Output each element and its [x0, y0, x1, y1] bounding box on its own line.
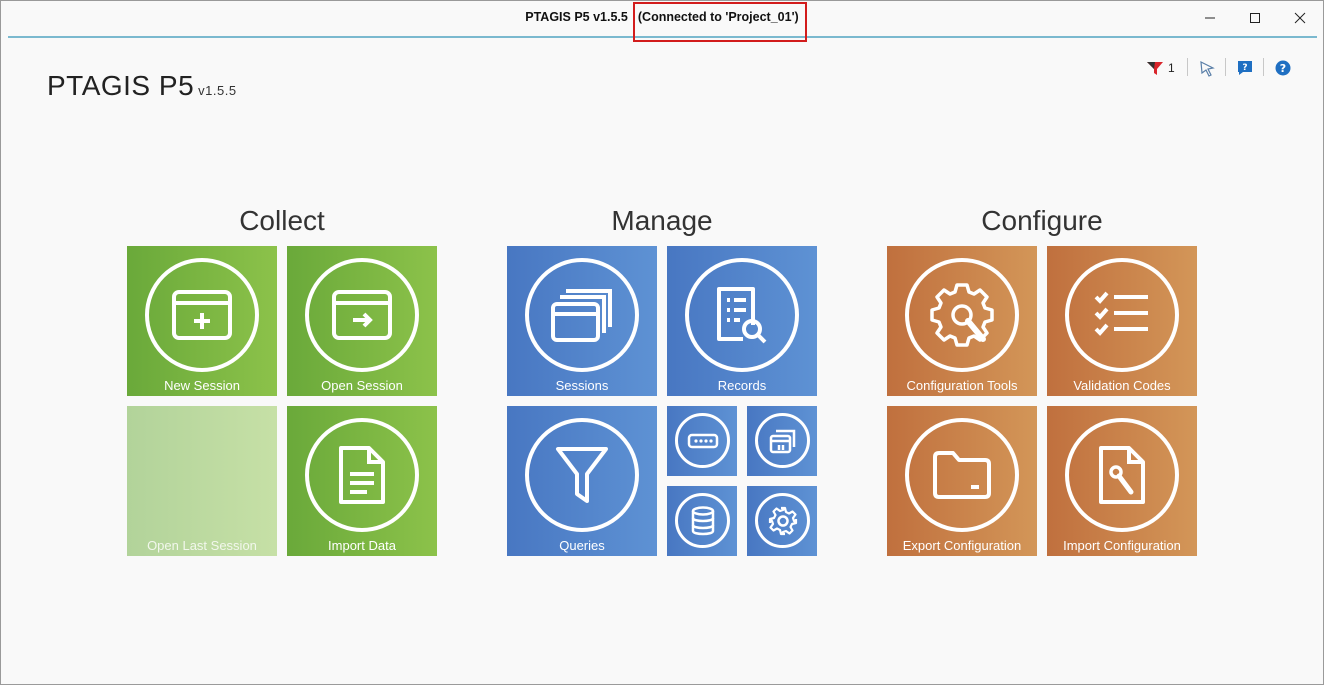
help-button[interactable]: ? [1275, 58, 1291, 78]
import-configuration-label: Import Configuration [1063, 538, 1181, 553]
svg-text:?: ? [1280, 62, 1286, 75]
records-search-icon [685, 258, 799, 372]
gear-icon [755, 493, 810, 548]
new-session-label: New Session [164, 378, 240, 393]
import-data-label: Import Data [328, 538, 396, 553]
records-label: Records [717, 378, 767, 393]
document-wrench-icon [1065, 418, 1179, 532]
toolbar-separator [1263, 58, 1264, 76]
open-session-tile[interactable]: Open Session [287, 246, 437, 396]
queries-tile[interactable]: Queries [507, 406, 657, 556]
document-icon [305, 418, 419, 532]
database-icon [675, 493, 730, 548]
gear-wrench-icon [905, 258, 1019, 372]
export-configuration-tile[interactable]: Export Configuration [887, 406, 1037, 556]
configure-section-title: Configure [981, 205, 1103, 236]
title-divider [8, 36, 1317, 38]
close-icon [1294, 12, 1306, 24]
funnel-icon [525, 418, 639, 532]
queries-label: Queries [559, 538, 605, 553]
manage-section-title: Manage [611, 205, 713, 236]
minimize-icon [1205, 17, 1215, 19]
settings-tile[interactable] [747, 486, 817, 556]
password-tile[interactable] [667, 406, 737, 476]
open-session-label: Open Session [321, 378, 403, 393]
password-field-icon [675, 413, 730, 468]
minimize-button[interactable] [1187, 6, 1233, 30]
window-title-text: PTAGIS P5 v1.5.5 [525, 10, 628, 24]
help-icon: ? [1275, 60, 1291, 76]
app-title: PTAGIS P5 v1.5.5 [47, 70, 237, 102]
open-last-session-tile[interactable]: Open Last Session [127, 406, 277, 556]
validation-codes-label: Validation Codes [1073, 378, 1171, 393]
database-tile[interactable] [667, 486, 737, 556]
window-title: PTAGIS P5 v1.5.5 (Connected to 'Project_0… [1, 10, 1323, 24]
open-last-session-label: Open Last Session [147, 538, 257, 553]
filter-flag-icon [1147, 62, 1163, 75]
svg-text:?: ? [1242, 63, 1247, 73]
new-session-tile[interactable]: New Session [127, 246, 277, 396]
new-session-icon [145, 258, 259, 372]
sessions-stack-icon [525, 258, 639, 372]
connection-status: (Connected to 'Project_01') [637, 10, 799, 24]
help-chat-button[interactable]: ? [1237, 58, 1253, 78]
cursor-tool-icon [1200, 60, 1215, 77]
sessions-label: Sessions [555, 378, 609, 393]
window-edit-icon [755, 413, 810, 468]
title-bar[interactable]: PTAGIS P5 v1.5.5 (Connected to 'Project_0… [1, 1, 1323, 35]
import-configuration-tile[interactable]: Import Configuration [1047, 406, 1197, 556]
filter-indicator[interactable]: 1 [1146, 58, 1175, 78]
filter-count: 1 [1168, 61, 1175, 75]
app-version: v1.5.5 [198, 83, 237, 98]
maximize-button[interactable] [1232, 6, 1278, 30]
cursor-tool-button[interactable] [1198, 58, 1216, 78]
help-chat-icon: ? [1238, 61, 1252, 75]
configuration-tools-tile[interactable]: Configuration Tools [887, 246, 1037, 396]
configuration-tools-label: Configuration Tools [906, 378, 1018, 393]
checklist-icon [1065, 258, 1179, 372]
app-name: PTAGIS P5 [47, 70, 195, 101]
records-tile[interactable]: Records [667, 246, 817, 396]
sessions-tile[interactable]: Sessions [507, 246, 657, 396]
maximize-icon [1250, 13, 1260, 23]
window-tools-tile[interactable] [747, 406, 817, 476]
toolbar-separator [1187, 58, 1188, 76]
import-data-tile[interactable]: Import Data [287, 406, 437, 556]
close-button[interactable] [1277, 6, 1323, 30]
validation-codes-tile[interactable]: Validation Codes [1047, 246, 1197, 396]
folder-icon [905, 418, 1019, 532]
open-session-icon [305, 258, 419, 372]
export-configuration-label: Export Configuration [902, 538, 1022, 553]
collect-section-title: Collect [239, 205, 325, 236]
toolbar-separator [1225, 58, 1226, 76]
